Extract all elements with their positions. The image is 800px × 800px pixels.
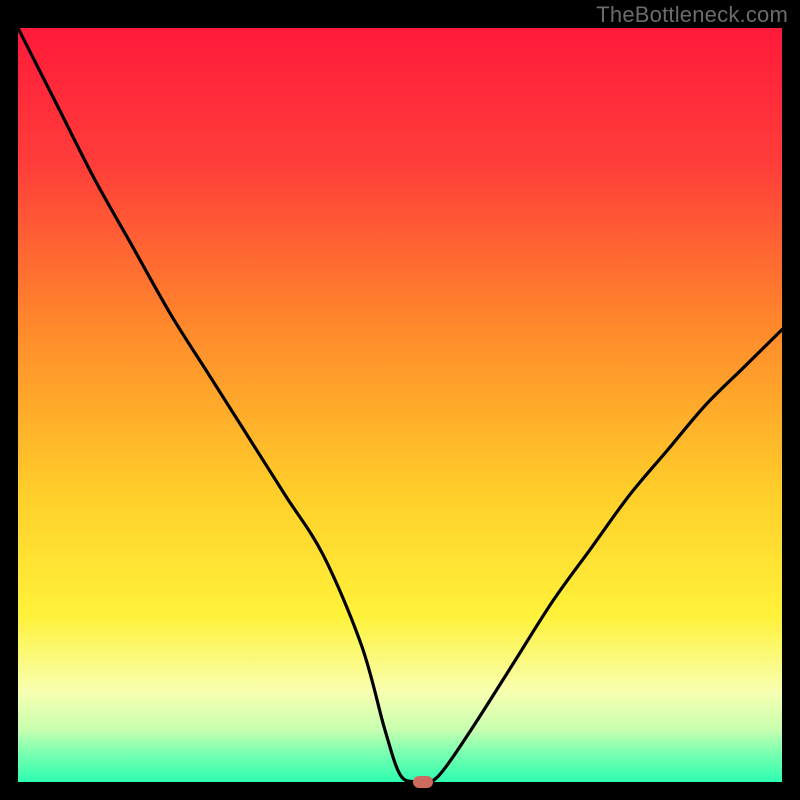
watermark-text: TheBottleneck.com (596, 2, 788, 28)
chart-plot-area (18, 28, 782, 782)
minimum-marker (413, 776, 433, 788)
chart-frame: TheBottleneck.com (0, 0, 800, 800)
chart-svg (18, 28, 782, 782)
chart-background (18, 28, 782, 782)
